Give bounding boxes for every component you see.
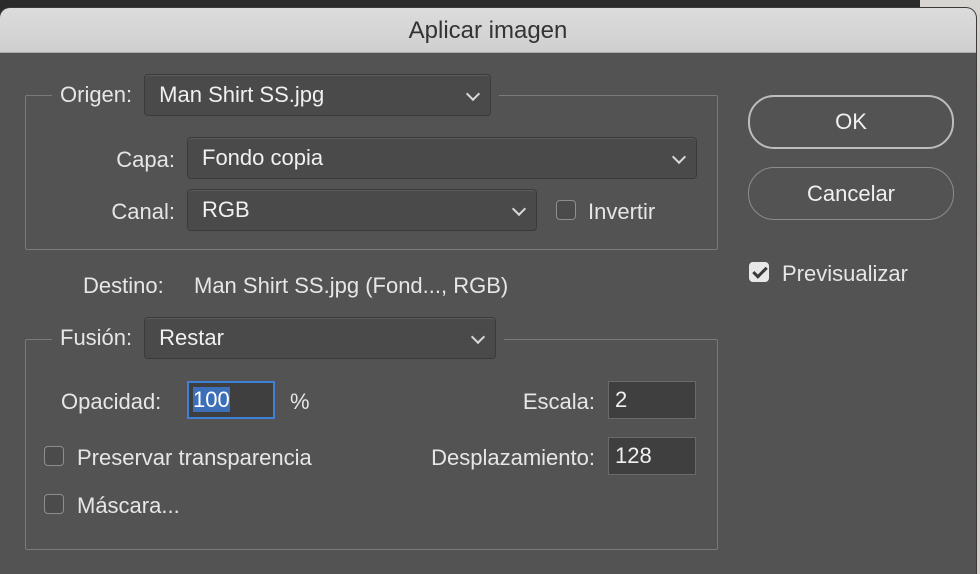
opacity-input[interactable]: 100 (187, 381, 275, 419)
preserve-transparency-label[interactable]: Preservar transparencia (77, 445, 312, 471)
preview-checkbox[interactable] (749, 262, 769, 282)
mask-label[interactable]: Máscara... (77, 493, 180, 519)
opacity-label: Opacidad: (61, 389, 162, 414)
preserve-transparency-checkbox[interactable] (44, 446, 64, 466)
target-label: Destino: (83, 273, 164, 298)
layer-select-value: Fondo copia (202, 145, 324, 170)
channel-select[interactable]: RGB (187, 189, 537, 231)
blend-mode-select[interactable]: Restar (144, 317, 497, 359)
cancel-button-label: Cancelar (806, 181, 896, 206)
mask-checkbox[interactable] (44, 494, 64, 514)
channel-select-value: RGB (202, 197, 250, 222)
chevron-down-icon (671, 149, 687, 165)
chevron-down-icon (511, 201, 527, 217)
apply-image-dialog: Aplicar imagen Origen: Man Shirt SS.jpg … (0, 8, 976, 574)
origin-select[interactable]: Man Shirt SS.jpg (144, 74, 492, 116)
layer-label: Capa: (116, 147, 175, 172)
ok-button[interactable]: OK (748, 95, 954, 149)
blend-legend: Fusión: Restar (52, 317, 505, 359)
target-value: Man Shirt SS.jpg (Fond..., RGB) (194, 273, 509, 298)
opacity-input-value: 100 (193, 387, 230, 412)
scale-label: Escala: (522, 389, 595, 414)
channel-label: Canal: (111, 199, 175, 224)
origin-legend: Origen: Man Shirt SS.jpg (52, 74, 500, 116)
origin-label: Origen: (60, 82, 133, 107)
scale-input-value: 2 (615, 387, 628, 412)
offset-label: Desplazamiento: (431, 445, 595, 470)
chevron-down-icon (466, 86, 481, 102)
dialog-title: Aplicar imagen (0, 8, 976, 53)
preview-label[interactable]: Previsualizar (782, 261, 908, 287)
origin-select-value: Man Shirt SS.jpg (159, 82, 325, 107)
blend-label: Fusión: (60, 325, 133, 350)
ok-button-label: OK (835, 109, 867, 134)
layer-select[interactable]: Fondo copia (187, 137, 697, 179)
chevron-down-icon (471, 329, 486, 345)
checkmark-icon (752, 263, 768, 279)
offset-input[interactable]: 128 (608, 437, 696, 475)
cancel-button[interactable]: Cancelar (748, 167, 954, 220)
invert-checkbox[interactable] (556, 200, 576, 220)
offset-input-value: 128 (615, 443, 652, 468)
opacity-unit: % (290, 389, 310, 414)
scale-input[interactable]: 2 (608, 381, 696, 419)
blend-mode-value: Restar (159, 325, 224, 350)
invert-label[interactable]: Invertir (588, 199, 655, 225)
